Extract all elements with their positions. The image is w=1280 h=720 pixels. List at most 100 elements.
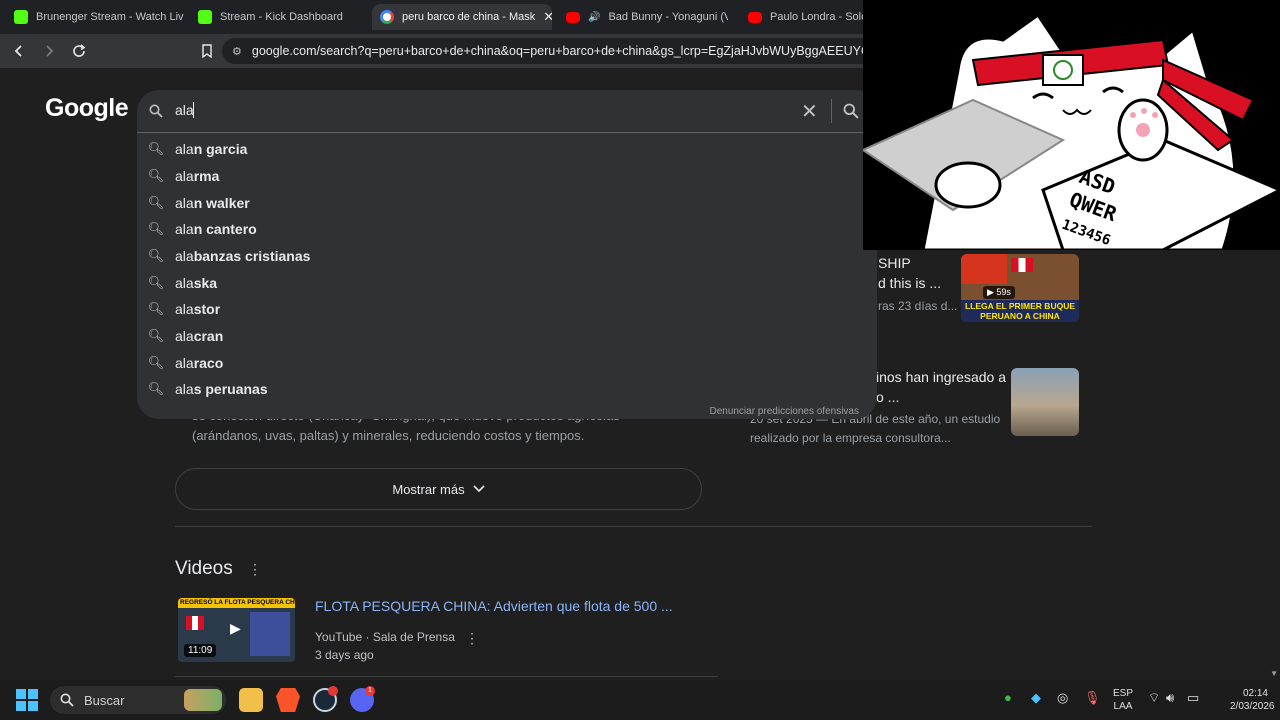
forward-arrow-icon (46, 45, 54, 57)
clear-search-icon[interactable]: ✕ (801, 99, 818, 124)
search-icon: 🔍︎ (147, 195, 165, 210)
side-result-title[interactable]: d this is ... (878, 275, 941, 291)
report-predictions-link[interactable]: Denunciar predicciones ofensivas (709, 406, 859, 417)
suggestion-item[interactable]: 🔍︎ ala rma (137, 163, 877, 189)
videos-heading: Videos (175, 558, 233, 579)
address-bar[interactable]: ⚙ google.com/search?q=peru+barco+de+chin… (222, 38, 902, 64)
show-more-button[interactable]: Mostrar más (175, 468, 702, 510)
thumbnail-banner: REGRESÓ LA FLOTA PESQUERA CHINA (178, 598, 295, 608)
search-submit-icon[interactable] (843, 103, 859, 119)
google-logo[interactable]: Google (45, 94, 129, 123)
tab-kick-dashboard[interactable]: Stream - Kick Dashboard (190, 4, 370, 30)
keyboard-language[interactable]: ESP LAA (1113, 687, 1133, 713)
battery-icon[interactable]: ▭ (1187, 690, 1199, 706)
suggestion-item[interactable]: 🔍︎ ala raco (137, 350, 877, 376)
search-icon: 🔍︎ (147, 275, 165, 290)
tab-brunenger-stream[interactable]: Brunenger Stream - Watch Live o (6, 4, 184, 30)
more-options-icon[interactable]: ⋮ (465, 630, 479, 647)
suggestion-item[interactable]: 🔍︎ ala n walker (137, 190, 877, 216)
side-result-title[interactable]: SHIP (878, 255, 911, 271)
speaker-icon[interactable]: 🔊 (588, 12, 600, 23)
suggestion-prefix: ala (175, 275, 194, 291)
suggestion-item[interactable]: 🔍︎ ala n garcia (137, 136, 877, 162)
search-box[interactable]: ala ✕ (137, 90, 877, 132)
suggestion-prefix: ala (175, 248, 194, 264)
suggestion-prefix: ala (175, 195, 194, 211)
taskbar-search-placeholder: Buscar (84, 692, 125, 708)
bookmark-button[interactable] (194, 38, 220, 64)
section-divider (175, 676, 718, 677)
search-icon: 🔍︎ (147, 355, 165, 370)
suggestion-completion: n cantero (193, 221, 257, 237)
clock-time: 02:14 (1242, 688, 1268, 699)
side-result-snippet: realizado por la empresa consultora... (750, 431, 951, 445)
windows-taskbar: Buscar 1 ● ◆ ◎ 🎙︎ ESP LAA ⌔ 🔊︎ ▭ 02:14 2… (0, 680, 1280, 720)
clock-date: 2/03/2026 (1230, 701, 1275, 712)
language-code: ESP (1113, 688, 1134, 699)
wifi-icon[interactable]: ⌔ (1148, 690, 1160, 706)
video-source: YouTube · Sala de Prensa (315, 630, 455, 644)
suggestion-item[interactable]: 🔍︎ ala stor (137, 296, 877, 322)
suggestion-completion: cran (193, 328, 224, 344)
text-caret (193, 102, 194, 118)
windows-start-icon[interactable] (16, 689, 38, 711)
side-result-title[interactable]: o ... (876, 389, 899, 405)
tab-bad-bunny[interactable]: 🔊 Bad Bunny - Yonaguni (Vide (558, 4, 728, 30)
suggestion-prefix: ala (175, 328, 194, 344)
bongo-cat-illustration: ASD QWER 123456 (863, 0, 1280, 250)
tray-app-icon[interactable]: ● (1004, 690, 1012, 705)
notification-badge: 1 (365, 686, 375, 696)
map-image (250, 612, 290, 656)
brave-browser-icon[interactable] (276, 688, 300, 712)
reload-button[interactable] (66, 38, 92, 64)
suggestion-prefix: ala (175, 168, 194, 184)
suggestion-completion: s peruanas (193, 381, 268, 397)
forward-button[interactable] (36, 38, 62, 64)
suggestion-item[interactable]: 🔍︎ ala n cantero (137, 216, 877, 242)
suggestion-item[interactable]: 🔍︎ ala ska (137, 270, 877, 296)
suggestion-completion: n garcia (193, 141, 248, 157)
tab-label: Paulo Londra - Solo P (770, 11, 865, 23)
search-icon (149, 104, 163, 118)
suggestion-item[interactable]: 🔍︎ ala banzas cristianas (137, 243, 877, 269)
show-more-label: Mostrar más (392, 481, 465, 497)
system-clock[interactable]: 02:14 2/03/2026 (1230, 687, 1275, 713)
autocomplete-dropdown: 🔍︎ ala n garcia 🔍︎ ala rma 🔍︎ ala n walker 🔍︎ a… (137, 132, 877, 419)
side-result-thumbnail[interactable]: ▶ 59s LLEGA EL PRIMER BUQUE PERUANO A CH… (961, 254, 1079, 322)
search-icon: 🔍︎ (147, 221, 165, 236)
site-info-icon[interactable]: ⚙ (232, 45, 242, 58)
side-result-title[interactable]: inos han ingresado a (876, 369, 1006, 385)
peru-flag-image (1011, 258, 1033, 272)
thumbnail-caption: LLEGA EL PRIMER BUQUE PERUANO A CHINA (961, 300, 1079, 322)
microphone-icon[interactable]: 🎙︎ (1084, 690, 1101, 706)
video-title-link[interactable]: FLOTA PESQUERA CHINA: Advierten que flot… (315, 598, 673, 614)
file-explorer-icon[interactable] (239, 688, 263, 712)
keyboard-layout: LAA (1113, 701, 1133, 712)
suggestion-completion: banzas cristianas (193, 248, 311, 264)
video-date: 3 days ago (315, 648, 374, 662)
suggestion-item[interactable]: 🔍︎ ala s peruanas (137, 376, 877, 402)
taskbar-search[interactable]: Buscar (50, 686, 226, 714)
tray-app-icon[interactable]: ◎ (1057, 690, 1068, 706)
suggestion-completion: stor (193, 301, 221, 317)
more-options-icon[interactable]: ⋮ (248, 561, 262, 578)
scroll-down-arrow[interactable]: ▼ (1270, 669, 1278, 678)
close-icon[interactable]: ✕ (543, 9, 552, 25)
suggestion-item[interactable]: 🔍︎ ala cran (137, 323, 877, 349)
suggestion-prefix: ala (175, 355, 194, 371)
side-result-thumbnail[interactable] (1011, 368, 1079, 436)
security-shield-icon[interactable]: ◆ (1031, 690, 1041, 706)
url-text: google.com/search?q=peru+barco+de+china&… (251, 44, 902, 58)
peru-flag-image (186, 616, 204, 630)
volume-icon[interactable]: 🔊︎ (1166, 690, 1174, 706)
tab-paulo-londra[interactable]: Paulo Londra - Solo P (740, 4, 865, 30)
tab-label: peru barco de china - Mask (402, 11, 536, 23)
section-divider (175, 526, 1092, 527)
back-button[interactable] (6, 38, 32, 64)
china-flag-image (961, 254, 1007, 284)
suggestion-prefix: ala (175, 141, 194, 157)
video-thumbnail[interactable]: REGRESÓ LA FLOTA PESQUERA CHINA ▶ 11:09 (178, 598, 295, 662)
search-input[interactable]: ala (175, 102, 194, 118)
notification-dot (328, 686, 338, 696)
tab-google-search[interactable]: peru barco de china - Mask ✕ (372, 4, 552, 30)
